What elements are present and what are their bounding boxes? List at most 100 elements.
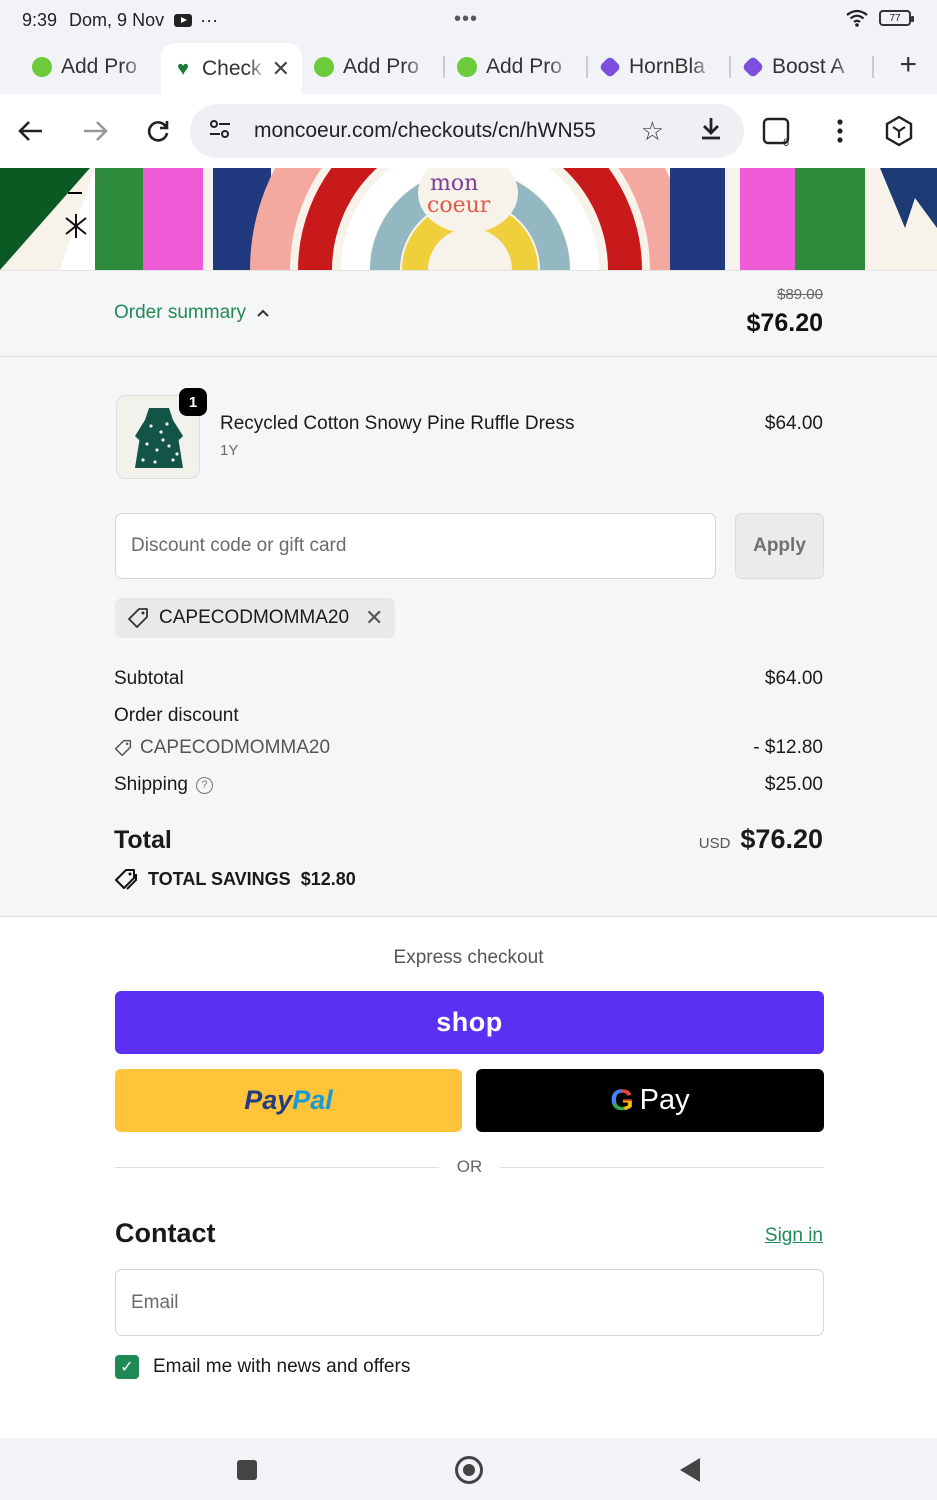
discount-code-input[interactable]: Discount code or gift card <box>115 513 716 579</box>
currency-code: USD <box>698 835 731 852</box>
tab-add-product-3[interactable]: Add Pro <box>445 42 586 92</box>
status-bar: 9:39 Dom, 9 Nov ··· ••• 77 <box>0 0 937 40</box>
discount-code-text: CAPECODMOMMA20 <box>140 737 331 758</box>
svg-text:coeur: coeur <box>427 193 491 218</box>
tab-bar: Add Pro ♥ Check ✕ Add Pro Add Pro HornBl… <box>0 40 937 95</box>
google-g-icon: G <box>610 1083 634 1117</box>
status-more: ··· <box>200 9 219 30</box>
newsletter-label: Email me with news and offers <box>153 1356 411 1377</box>
subtotal-label: Subtotal <box>114 668 184 689</box>
newsletter-option[interactable]: ✓ Email me with news and offers <box>115 1355 410 1379</box>
tab-checkout[interactable]: ♥ Check ✕ <box>161 43 302 95</box>
site-settings-icon[interactable] <box>208 119 234 144</box>
reload-icon[interactable] <box>141 114 175 148</box>
system-nav-bar <box>0 1438 937 1500</box>
order-summary-toggle[interactable]: Order summary <box>114 302 270 324</box>
savings-label: TOTAL SAVINGS <box>148 868 291 889</box>
close-tab-icon[interactable]: ✕ <box>272 56 290 82</box>
google-pay-label: Pay <box>639 1084 690 1116</box>
sign-in-link[interactable]: Sign in <box>765 1225 823 1247</box>
purple-badge-icon <box>598 55 622 79</box>
express-checkout-title: Express checkout <box>393 947 544 968</box>
green-leaf-icon <box>457 57 477 77</box>
green-leaf-icon <box>32 57 52 77</box>
bookmark-star-icon[interactable]: ☆ <box>641 116 664 147</box>
applied-code-text: CAPECODMOMMA20 <box>159 607 350 628</box>
contact-heading: Contact <box>115 1218 216 1248</box>
battery-icon: 77 <box>879 10 914 26</box>
order-discount-label: Order discount <box>114 705 239 726</box>
tag-icon <box>114 739 132 757</box>
applied-discount-chip: CAPECODMOMMA20 ✕ <box>115 598 396 638</box>
tab-hornblast[interactable]: HornBla <box>588 42 729 92</box>
browser-toolbar: moncoeur.com/checkouts/cn/hWN55 ☆ 6 <box>0 94 937 168</box>
address-bar[interactable]: moncoeur.com/checkouts/cn/hWN55 ☆ <box>190 104 744 158</box>
status-date: Dom, 9 Nov <box>69 9 165 30</box>
paypal-button[interactable]: Pay Pal <box>115 1069 462 1132</box>
paypal-logo-part1: Pay <box>244 1085 293 1115</box>
wifi-icon <box>846 9 868 27</box>
url-text: moncoeur.com/checkouts/cn/hWN55 <box>254 119 596 142</box>
email-field[interactable]: Email <box>115 1269 824 1336</box>
total-amount: USD $76.20 <box>699 824 823 855</box>
purple-badge-icon <box>741 55 765 79</box>
discount-amount: - $12.80 <box>753 737 823 758</box>
quantity-badge: 1 <box>179 388 207 416</box>
order-summary-header: Order summary $89.00 $76.20 <box>0 270 937 357</box>
apply-discount-button[interactable]: Apply <box>735 513 824 579</box>
recents-square-icon[interactable] <box>237 1460 257 1480</box>
total-label: Total <box>114 826 172 854</box>
menu-kebab-icon[interactable] <box>823 114 857 148</box>
store-banner: mon coeur <box>0 168 937 270</box>
paypal-logo-part2: Pal <box>292 1085 333 1115</box>
shipping-label: Shipping <box>114 774 188 795</box>
google-pay-button[interactable]: G Pay <box>476 1069 824 1132</box>
help-circle-icon[interactable]: ? <box>195 776 213 794</box>
order-summary-body: 1 Recycled Cotton Snowy Pine Ruffle Dres… <box>0 357 937 917</box>
subtotal-row: Subtotal $64.00 <box>114 668 823 690</box>
tab-label: HornBla <box>629 55 705 78</box>
download-icon[interactable] <box>700 116 722 147</box>
extension-cube-icon[interactable] <box>882 114 916 148</box>
newsletter-checkbox[interactable]: ✓ <box>115 1355 139 1379</box>
tab-switcher-icon[interactable]: 6 <box>760 114 794 148</box>
tab-label: Add Pro <box>61 55 137 78</box>
back-arrow-icon[interactable] <box>14 114 48 148</box>
forward-arrow-icon[interactable] <box>78 114 112 148</box>
heart-icon: ♥ <box>177 57 189 80</box>
tab-label: Check <box>202 57 262 80</box>
tab-boost[interactable]: Boost A <box>731 42 872 92</box>
drag-handle-icon[interactable]: ••• <box>454 8 478 31</box>
back-triangle-icon[interactable] <box>680 1458 700 1482</box>
shop-pay-button[interactable]: shop <box>115 991 824 1054</box>
order-summary-label: Order summary <box>114 302 246 323</box>
tags-icon <box>115 869 137 890</box>
status-time: 9:39 <box>22 9 58 30</box>
tab-label: Boost A <box>772 55 845 78</box>
subtotal-value: $64.00 <box>764 668 823 689</box>
shipping-value: $25.00 <box>764 774 823 795</box>
product-name: Recycled Cotton Snowy Pine Ruffle Dress <box>220 413 575 434</box>
order-discount-row: Order discount <box>114 705 823 727</box>
product-price: $64.00 <box>764 413 823 434</box>
or-divider: OR <box>115 1157 824 1177</box>
tab-count: 6 <box>783 137 789 147</box>
remove-discount-icon[interactable]: ✕ <box>365 605 383 631</box>
rainbow-banner-graphic: mon coeur <box>0 168 937 270</box>
product-variant: 1Y <box>220 442 239 459</box>
tab-add-product-1[interactable]: Add Pro <box>20 42 161 92</box>
tab-label: Add Pro <box>486 55 562 78</box>
tab-label: Add Pro <box>343 55 419 78</box>
or-label: OR <box>456 1157 483 1176</box>
savings-value: $12.80 <box>300 868 356 889</box>
tab-add-product-2[interactable]: Add Pro <box>302 42 443 92</box>
youtube-icon <box>174 13 193 27</box>
original-price: $89.00 <box>777 286 823 303</box>
total-savings: TOTAL SAVINGS $12.80 <box>114 868 356 890</box>
home-circle-icon[interactable] <box>455 1456 483 1484</box>
new-tab-plus-icon[interactable]: + <box>899 48 917 82</box>
tab-divider <box>872 56 874 78</box>
summary-price: $76.20 <box>746 309 823 337</box>
chevron-up-icon <box>257 309 269 317</box>
green-leaf-icon <box>314 57 334 77</box>
